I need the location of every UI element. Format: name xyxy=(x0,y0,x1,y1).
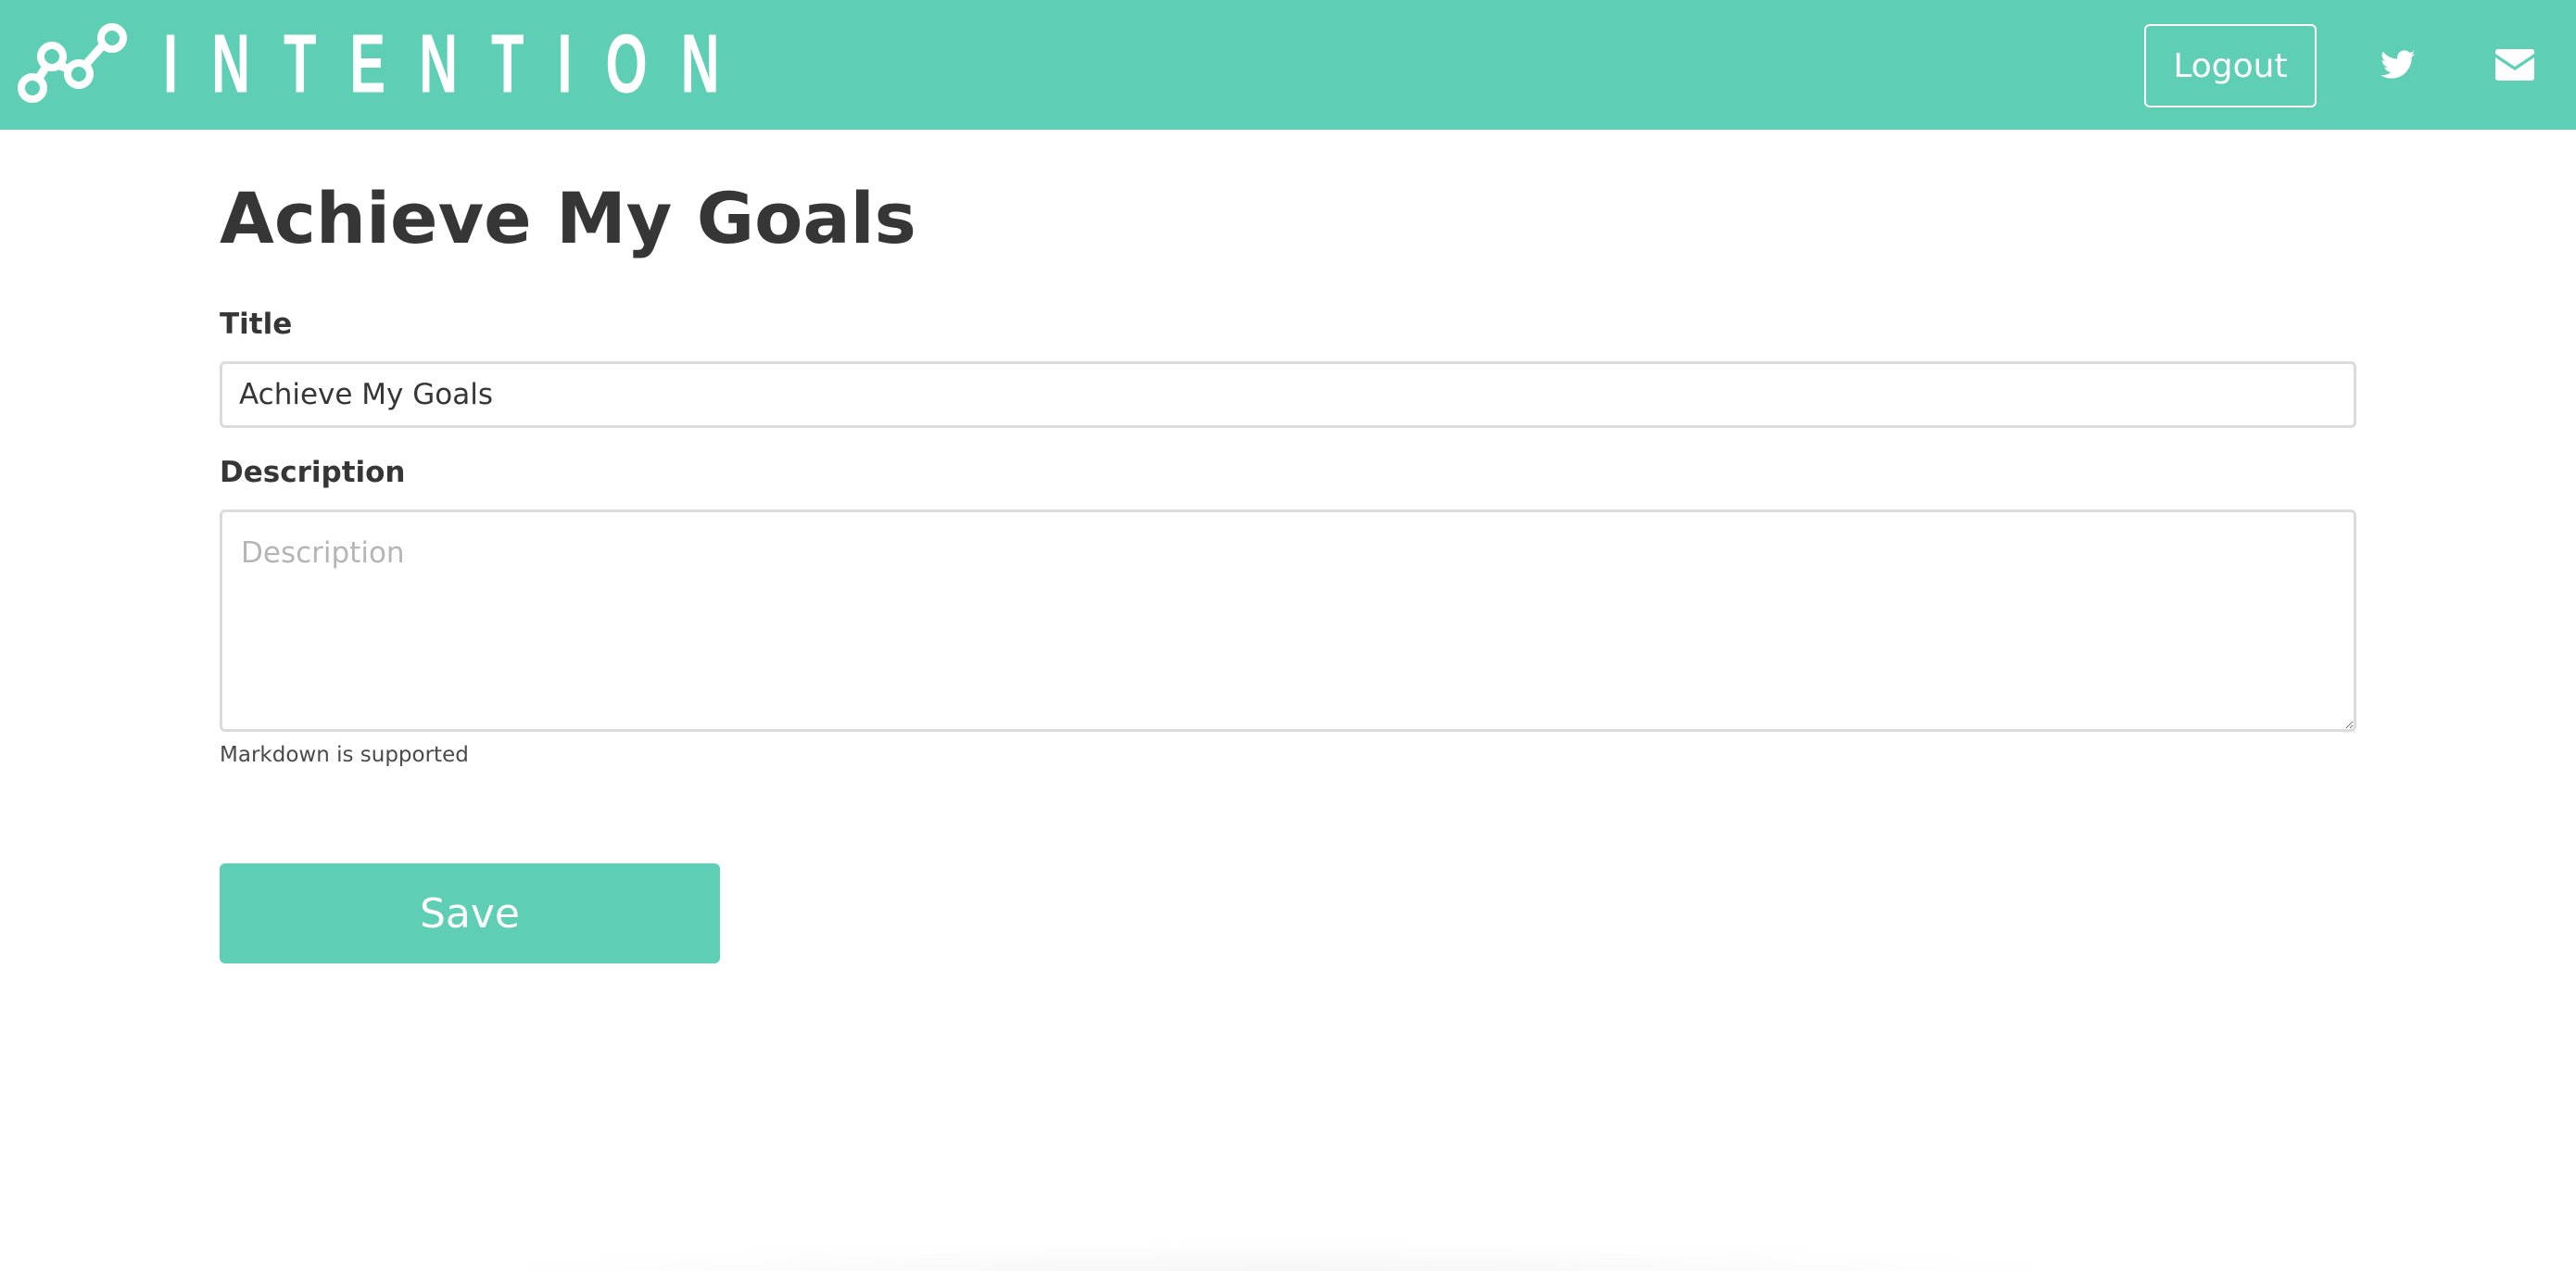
page-title: Achieve My Goals xyxy=(220,177,916,259)
envelope-icon[interactable] xyxy=(2494,44,2535,85)
title-input[interactable] xyxy=(220,361,2356,428)
twitter-icon[interactable] xyxy=(2378,44,2418,85)
title-label: Title xyxy=(220,308,293,341)
description-textarea[interactable] xyxy=(220,510,2356,732)
node-graph-icon xyxy=(18,23,127,103)
top-navbar: INTENTION Logout xyxy=(0,0,2576,130)
description-label: Description xyxy=(220,456,406,489)
bottom-shadow xyxy=(463,1241,2094,1271)
brand-link[interactable]: INTENTION xyxy=(17,22,753,107)
brand-name: INTENTION xyxy=(163,17,753,111)
logout-button[interactable]: Logout xyxy=(2144,24,2317,107)
save-button[interactable]: Save xyxy=(220,863,720,963)
markdown-help-text: Markdown is supported xyxy=(220,743,469,767)
